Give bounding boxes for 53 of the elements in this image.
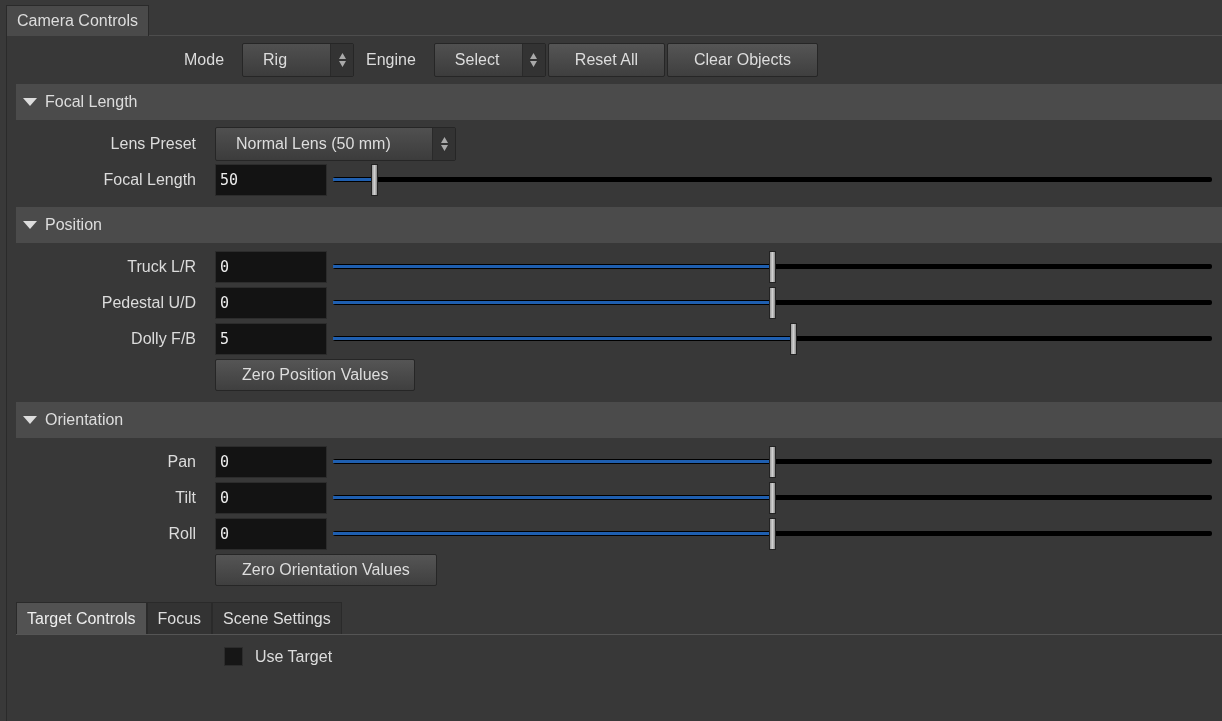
section-title: Position (45, 216, 102, 234)
dropdown[interactable]: Select (433, 43, 546, 77)
field-label: Truck L/R (126, 258, 197, 276)
field-label: Pan (166, 453, 197, 471)
section-header[interactable]: Focal Length (16, 84, 1222, 120)
field-label: Lens Preset (109, 135, 197, 153)
action-button[interactable]: Zero Position Values (215, 359, 416, 391)
section-header[interactable]: Orientation (16, 402, 1222, 438)
section-tab[interactable]: Focus (146, 602, 213, 634)
number-input-field[interactable]: 50 (215, 164, 327, 196)
field-label: Dolly F/B (130, 330, 197, 348)
slider-thumb[interactable] (768, 482, 776, 514)
section-tab[interactable]: Scene Settings (212, 602, 342, 634)
section-header[interactable]: Position (16, 207, 1222, 243)
field-label: Tilt (174, 489, 197, 507)
number-input-field[interactable]: 0 (215, 482, 327, 514)
number-input-field[interactable]: 0 (215, 446, 327, 478)
field-label: Mode (184, 51, 225, 69)
slider-thumb[interactable] (768, 518, 776, 550)
field-label: Pedestal U/D (100, 294, 197, 312)
spinner-arrows-icon (529, 52, 539, 68)
section-tab[interactable]: Target Controls (16, 602, 147, 634)
dropdown[interactable]: Normal Lens (50 mm) (215, 127, 456, 161)
number-input-field[interactable]: 0 (215, 518, 327, 550)
slider-track[interactable] (333, 264, 1212, 269)
number-input-field[interactable]: 0 (215, 287, 327, 319)
action-button[interactable]: Zero Orientation Values (215, 554, 437, 586)
checkbox-label: Use Target (255, 647, 333, 666)
slider-track[interactable] (333, 459, 1212, 464)
slider-track[interactable] (333, 300, 1212, 305)
spinner-arrows-icon (337, 52, 347, 68)
panel-tab[interactable]: Camera Controls (6, 5, 149, 36)
slider-thumb[interactable] (371, 164, 379, 196)
slider-track[interactable] (333, 495, 1212, 500)
spinner-arrows-icon (439, 136, 449, 152)
number-input-field[interactable]: 5 (215, 323, 327, 355)
toolbar-button[interactable]: Clear Objects (667, 43, 818, 77)
slider-track[interactable] (333, 177, 1212, 182)
checkbox[interactable] (224, 647, 243, 666)
field-label: Focal Length (102, 171, 197, 189)
toolbar-button[interactable]: Reset All (547, 43, 665, 77)
slider-thumb[interactable] (768, 446, 776, 478)
slider-track[interactable] (333, 531, 1212, 536)
slider-thumb[interactable] (768, 287, 776, 319)
slider-thumb[interactable] (768, 251, 776, 283)
slider-thumb[interactable] (790, 323, 798, 355)
slider-track[interactable] (333, 336, 1212, 341)
field-label: Engine (366, 51, 416, 69)
dropdown[interactable]: Rig (242, 43, 355, 77)
field-label: Roll (167, 525, 197, 543)
section-title: Orientation (45, 411, 124, 429)
section-title: Focal Length (45, 93, 138, 111)
number-input-field[interactable]: 0 (215, 251, 327, 283)
